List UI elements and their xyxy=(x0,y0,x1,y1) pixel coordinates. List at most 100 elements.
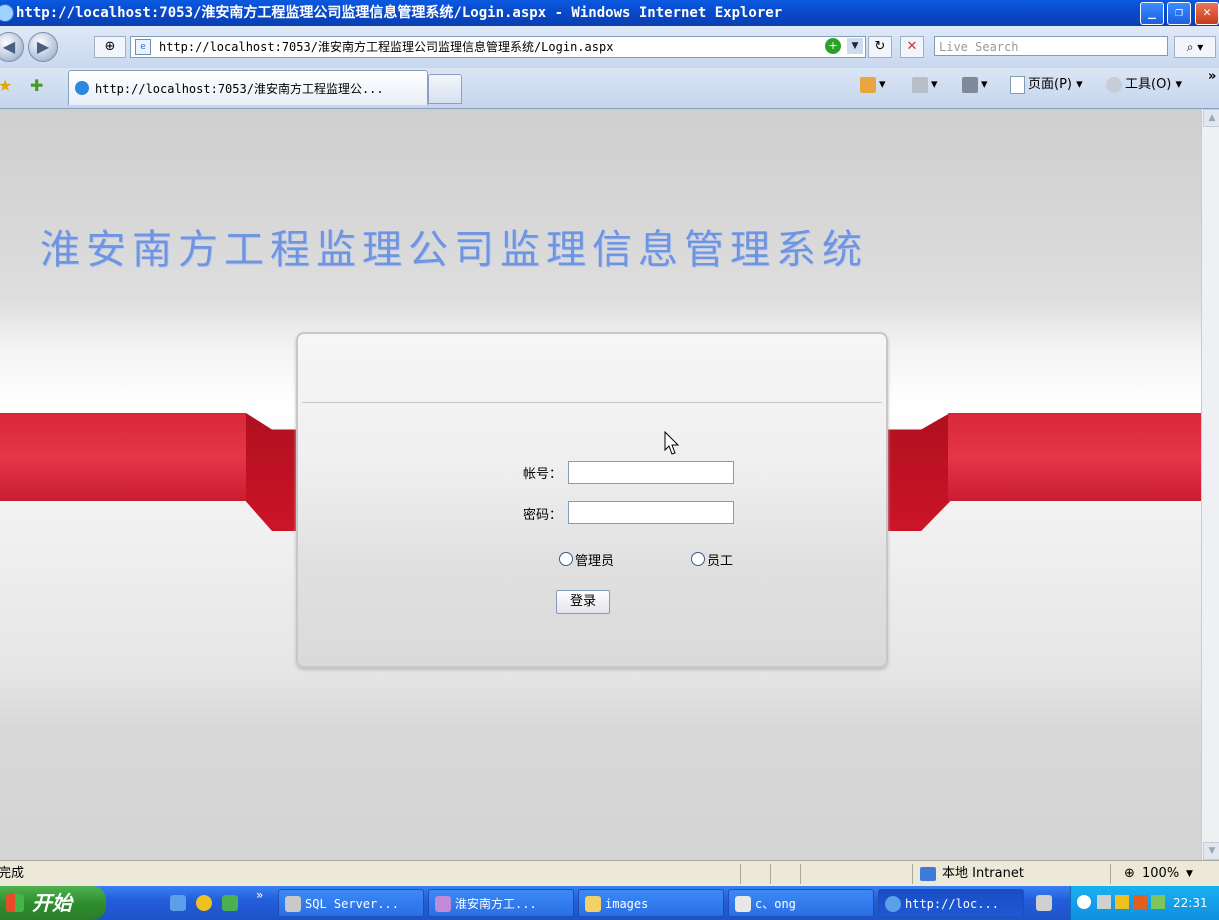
refresh-button[interactable]: ↻ xyxy=(868,36,892,58)
zoom-icon: ⊕ xyxy=(1124,866,1135,881)
security-zone[interactable]: 本地 Intranet xyxy=(942,861,1024,887)
ie-icon xyxy=(885,896,901,912)
back-button[interactable]: ◀ xyxy=(0,32,24,62)
go-icon[interactable]: + xyxy=(825,38,841,54)
account-input[interactable] xyxy=(568,461,734,484)
account-label: 帐号： xyxy=(523,467,563,482)
quicklaunch-more-chevron[interactable]: » xyxy=(256,888,263,902)
network-icon[interactable] xyxy=(1097,895,1111,909)
quicklaunch-desktop-icon[interactable] xyxy=(222,895,238,911)
tray-security-icon[interactable] xyxy=(1151,895,1165,909)
address-field[interactable]: e http://localhost:7053/淮安南方工程监理公司监理信息管理… xyxy=(130,36,866,58)
search-input[interactable]: Live Search xyxy=(934,36,1168,56)
favorites-star-icon[interactable]: ★ xyxy=(0,76,12,95)
printer-icon xyxy=(962,76,978,93)
password-input[interactable] xyxy=(568,501,734,524)
role-admin-label[interactable]: 管理员 xyxy=(575,550,614,569)
forward-button[interactable]: ▶ xyxy=(28,32,58,62)
tab-current[interactable]: http://localhost:7053/淮安南方工程监理公... xyxy=(68,70,428,105)
keyboard-icon[interactable] xyxy=(1036,895,1052,911)
page-icon: e xyxy=(135,39,151,55)
taskbar-item-label: http://loc... xyxy=(905,897,999,911)
address-dropdown-icon[interactable]: ▼ xyxy=(847,38,863,54)
status-divider xyxy=(740,864,741,884)
status-text: 完成 xyxy=(0,866,25,881)
feeds-button[interactable]: ▾ xyxy=(912,74,938,96)
role-staff-radio[interactable] xyxy=(691,552,705,566)
maximize-button[interactable]: ❐ xyxy=(1167,2,1191,25)
status-divider xyxy=(770,864,771,884)
home-icon xyxy=(860,76,876,93)
address-toolbar: ◀ ▶ ⊕ e http://localhost:7053/淮安南方工程监理公司… xyxy=(0,26,1219,68)
ie-icon xyxy=(0,4,14,22)
zoom-level[interactable]: 100% xyxy=(1142,861,1179,887)
role-admin-radio[interactable] xyxy=(559,552,573,566)
scroll-down-arrow-icon[interactable]: ▼ xyxy=(1203,842,1219,860)
more-commands-chevron[interactable]: » xyxy=(1208,66,1216,88)
taskbar-item-label: c、ong xyxy=(755,897,796,911)
decorative-ribbon-left-fold xyxy=(246,413,298,531)
taskbar-item-label: 淮安南方工... xyxy=(455,897,537,911)
page-viewport: 淮安南方工程监理公司监理信息管理系统 帐号： 密码： 管理员 员工 登录 xyxy=(0,109,1201,860)
decorative-ribbon-right xyxy=(948,413,1201,501)
new-tab-dropdown-icon[interactable]: ⊕ xyxy=(94,36,126,58)
folder-icon xyxy=(585,896,601,912)
taskbar-item-label: images xyxy=(605,897,649,911)
windows-logo-icon xyxy=(6,894,24,912)
zoom-dropdown-icon[interactable]: ▼ xyxy=(1186,861,1193,887)
address-url: http://localhost:7053/淮安南方工程监理公司监理信息管理系统… xyxy=(159,40,614,54)
tray-app-icon[interactable] xyxy=(1133,895,1147,909)
feeds-dropdown[interactable]: ▾ xyxy=(931,77,938,92)
scroll-up-arrow-icon[interactable]: ▲ xyxy=(1203,109,1219,127)
page-menu-label: 页面(P) ▾ xyxy=(1028,77,1083,92)
quicklaunch-ie-icon[interactable] xyxy=(170,895,186,911)
gear-icon xyxy=(1106,76,1122,93)
tray-expand-icon[interactable] xyxy=(1077,895,1091,909)
status-divider xyxy=(1110,864,1111,884)
print-dropdown[interactable]: ▾ xyxy=(981,77,988,92)
tools-menu-label: 工具(O) ▾ xyxy=(1125,77,1183,92)
ie-page-icon xyxy=(75,81,89,95)
decorative-ribbon-left xyxy=(0,413,246,501)
tab-toolbar: ★ ✚ http://localhost:7053/淮安南方工程监理公... ▾… xyxy=(0,68,1219,109)
tab-label: http://localhost:7053/淮安南方工程监理公... xyxy=(95,82,384,96)
start-label: 开始 xyxy=(32,891,72,915)
decorative-ribbon-right-fold xyxy=(886,413,950,531)
page-menu[interactable]: 页面(P) ▾ xyxy=(1010,74,1083,96)
home-dropdown[interactable]: ▾ xyxy=(879,77,886,92)
quicklaunch-app-icon[interactable] xyxy=(196,895,212,911)
search-button[interactable]: ⌕ ▾ xyxy=(1174,36,1216,58)
window-titlebar: http://localhost:7053/淮安南方工程监理公司监理信息管理系统… xyxy=(0,0,1219,26)
print-button[interactable]: ▾ xyxy=(962,74,988,96)
taskbar-item-label: SQL Server... xyxy=(305,897,399,911)
taskbar-item-vs[interactable]: 淮安南方工... xyxy=(428,889,574,917)
volume-icon[interactable] xyxy=(1115,895,1129,909)
taskbar-item-sqlserver[interactable]: SQL Server... xyxy=(278,889,424,917)
stop-button[interactable]: ✕ xyxy=(900,36,924,58)
intranet-zone-icon xyxy=(920,867,936,881)
login-panel: 帐号： 密码： 管理员 员工 登录 xyxy=(296,332,888,668)
feeds-icon xyxy=(912,76,928,93)
new-tab-button[interactable] xyxy=(428,74,462,104)
window-title: http://localhost:7053/淮安南方工程监理公司监理信息管理系统… xyxy=(16,5,783,21)
windows-taskbar: 开始 » SQL Server... 淮安南方工... images c、ong… xyxy=(0,886,1219,920)
clock[interactable]: 22:31 xyxy=(1173,886,1208,920)
panel-divider xyxy=(302,402,882,403)
tools-menu[interactable]: 工具(O) ▾ xyxy=(1106,74,1182,96)
minimize-button[interactable]: _ xyxy=(1140,2,1164,25)
sql-server-icon xyxy=(285,896,301,912)
chat-app-icon xyxy=(735,896,751,912)
login-button[interactable]: 登录 xyxy=(556,590,610,614)
start-button[interactable]: 开始 xyxy=(0,886,106,920)
taskbar-item-ie[interactable]: http://loc... xyxy=(878,889,1024,917)
add-favorites-icon[interactable]: ✚ xyxy=(30,76,43,95)
taskbar-item-chat[interactable]: c、ong xyxy=(728,889,874,917)
taskbar-item-images[interactable]: images xyxy=(578,889,724,917)
status-divider xyxy=(800,864,801,884)
close-button[interactable]: ✕ xyxy=(1195,2,1219,25)
home-button[interactable]: ▾ xyxy=(860,74,886,96)
page-menu-icon xyxy=(1010,75,1025,94)
vertical-scrollbar[interactable]: ▲ ▼ xyxy=(1201,109,1219,860)
visual-studio-icon xyxy=(435,896,451,912)
role-staff-label[interactable]: 员工 xyxy=(707,550,733,569)
